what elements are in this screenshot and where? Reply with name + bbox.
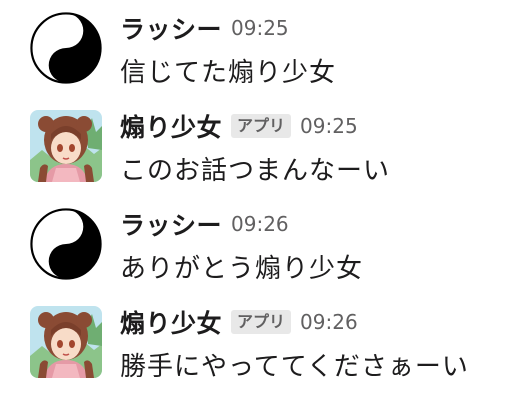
message-header: ラッシー 09:26	[120, 206, 289, 242]
app-badge: アプリ	[231, 114, 292, 138]
author-name[interactable]: 煽り少女	[120, 108, 222, 144]
author-name[interactable]: 煽り少女	[120, 304, 222, 340]
message-header: 煽り少女 アプリ 09:25	[120, 108, 358, 144]
yin-yang-icon[interactable]	[30, 12, 102, 84]
app-badge: アプリ	[231, 310, 292, 334]
timestamp[interactable]: 09:25	[231, 16, 289, 40]
timestamp[interactable]: 09:25	[300, 114, 358, 138]
author-name[interactable]: ラッシー	[120, 206, 222, 242]
message-item: 煽り少女 アプリ 09:25 このお話つまんなーい	[0, 106, 516, 196]
message-text: 勝手にやっててくださぁーい	[120, 352, 469, 382]
timestamp[interactable]: 09:26	[300, 310, 358, 334]
anime-girl-avatar[interactable]	[30, 110, 102, 182]
anime-girl-avatar[interactable]	[30, 306, 102, 378]
message-header: ラッシー 09:25	[120, 10, 289, 46]
message-item: ラッシー 09:25 信じてた煽り少女	[0, 8, 516, 98]
message-feed: ラッシー 09:25 信じてた煽り少女 煽り少女 アプリ 09:25 このお話つ…	[0, 0, 516, 406]
author-name[interactable]: ラッシー	[120, 10, 222, 46]
message-item: ラッシー 09:26 ありがとう煽り少女	[0, 204, 516, 294]
message-text: このお話つまんなーい	[120, 156, 391, 186]
message-header: 煽り少女 アプリ 09:26	[120, 304, 358, 340]
message-item: 煽り少女 アプリ 09:26 勝手にやっててくださぁーい	[0, 302, 516, 392]
message-text: 信じてた煽り少女	[120, 58, 337, 88]
message-text: ありがとう煽り少女	[120, 254, 364, 284]
yin-yang-icon[interactable]	[30, 208, 102, 280]
timestamp[interactable]: 09:26	[231, 212, 289, 236]
